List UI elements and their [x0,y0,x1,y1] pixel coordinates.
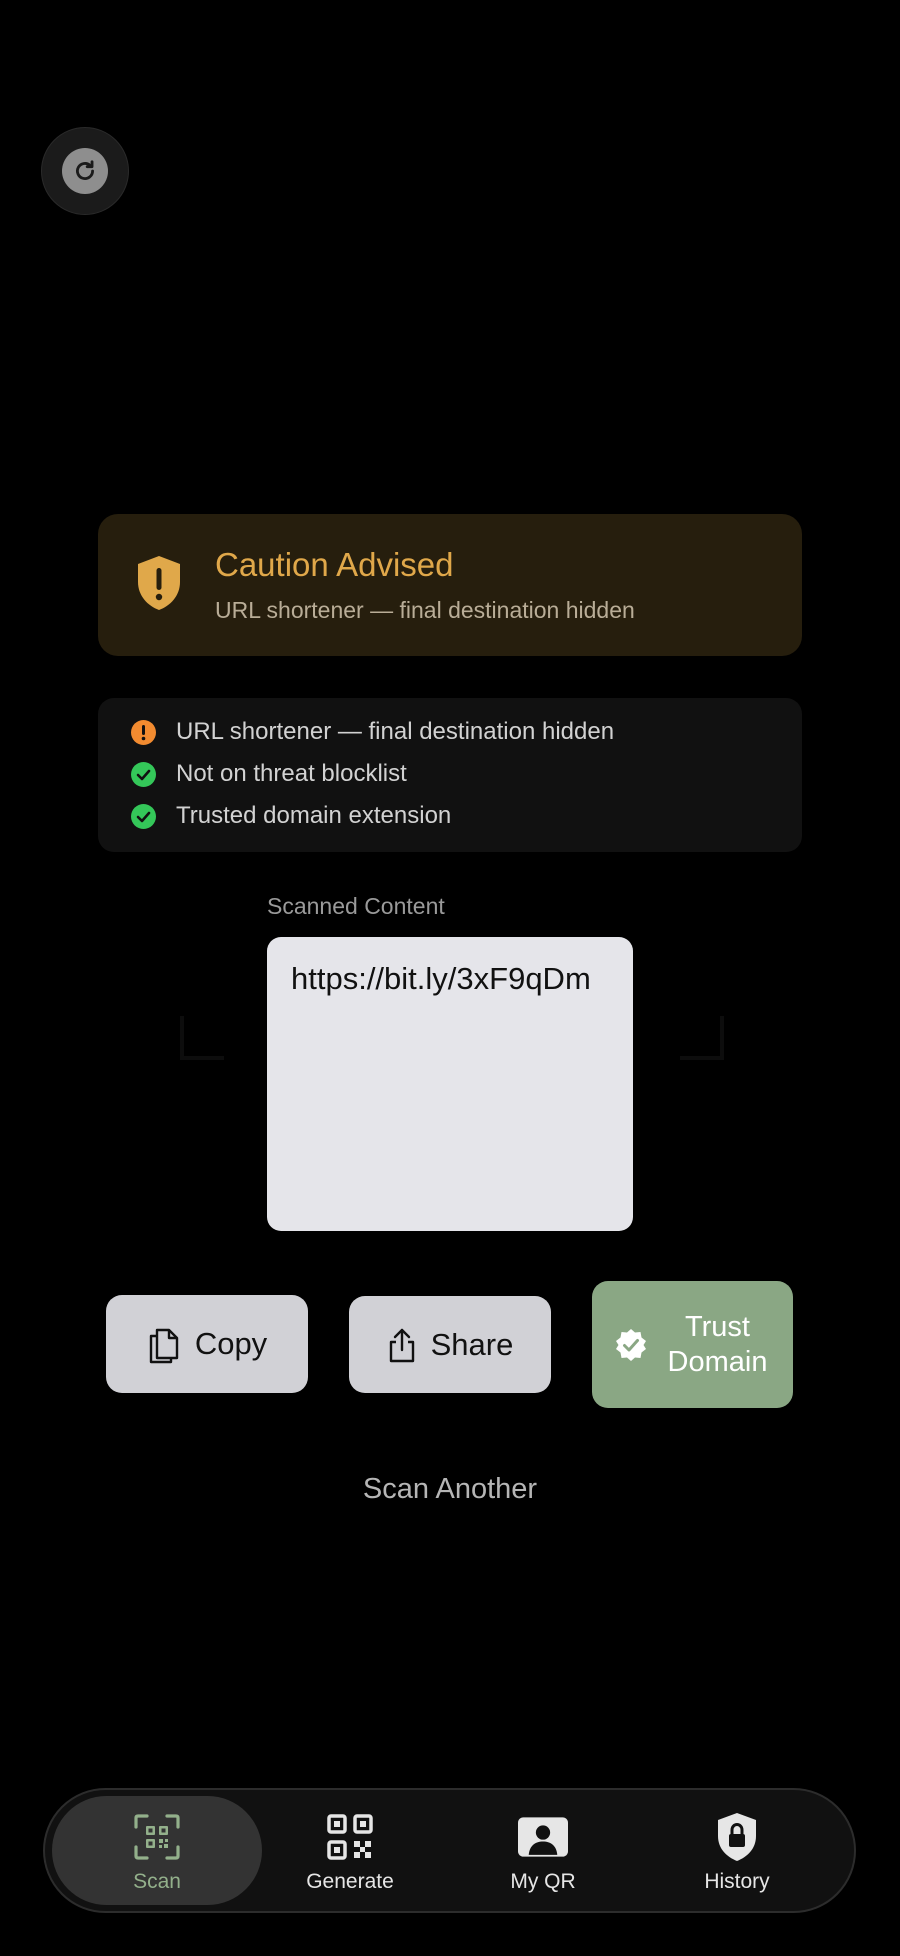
tab-label: Scan [133,1870,181,1893]
tab-label: My QR [510,1870,576,1893]
bottom-tab-bar: Scan Generate My QR History [43,1788,856,1913]
warning-icon [131,719,156,745]
tab-label: History [704,1870,770,1893]
rotate-camera-button[interactable] [41,127,129,215]
trust-domain-label: Trust Domain [667,1310,768,1378]
check-item-url-shortener: URL shortener — final destination hidden [131,717,614,747]
person-card-icon [518,1812,568,1862]
scanned-content-box[interactable]: https://bit.ly/3xF9qDm [267,937,633,1231]
security-checks-list: URL shortener — final destination hidden… [98,698,802,852]
share-icon [387,1326,417,1364]
share-button[interactable]: Share [349,1296,551,1393]
check-circle-icon [131,803,156,829]
check-label: URL shortener — final destination hidden [176,718,615,745]
copy-label: Copy [194,1326,268,1361]
check-label: Not on threat blocklist [176,760,407,787]
check-label: Trusted domain extension [176,802,452,829]
qr-scan-icon [132,1812,182,1862]
caution-banner: Caution Advised URL shortener — final de… [98,514,802,656]
viewfinder-corner-bottom-left [180,1016,224,1060]
trust-domain-button[interactable]: Trust Domain [592,1281,793,1408]
caution-title: Caution Advised [215,546,454,583]
check-item-blocklist: Not on threat blocklist [131,759,407,789]
tab-scan[interactable]: Scan [52,1796,262,1905]
check-item-domain-extension: Trusted domain extension [131,801,451,831]
rotate-camera-icon [62,148,108,194]
scan-another-button[interactable]: Scan Another [0,1473,900,1506]
qr-code-icon [325,1812,375,1862]
tab-history[interactable]: History [632,1796,842,1905]
scanned-url[interactable]: https://bit.ly/3xF9qDm [291,961,609,997]
copy-icon [147,1324,181,1364]
lock-shield-icon [712,1812,762,1862]
tab-my-qr[interactable]: My QR [438,1796,648,1905]
shield-exclamation-icon [138,556,180,610]
viewfinder-corner-bottom-right [680,1016,724,1060]
check-circle-icon [131,761,156,787]
tab-generate[interactable]: Generate [245,1796,455,1905]
tab-label: Generate [306,1870,394,1893]
scanned-content-label: Scanned Content [267,893,445,919]
verified-badge-icon [613,1327,649,1363]
caution-subtitle: URL shortener — final destination hidden [215,597,635,623]
copy-button[interactable]: Copy [106,1295,308,1393]
share-label: Share [430,1326,514,1362]
